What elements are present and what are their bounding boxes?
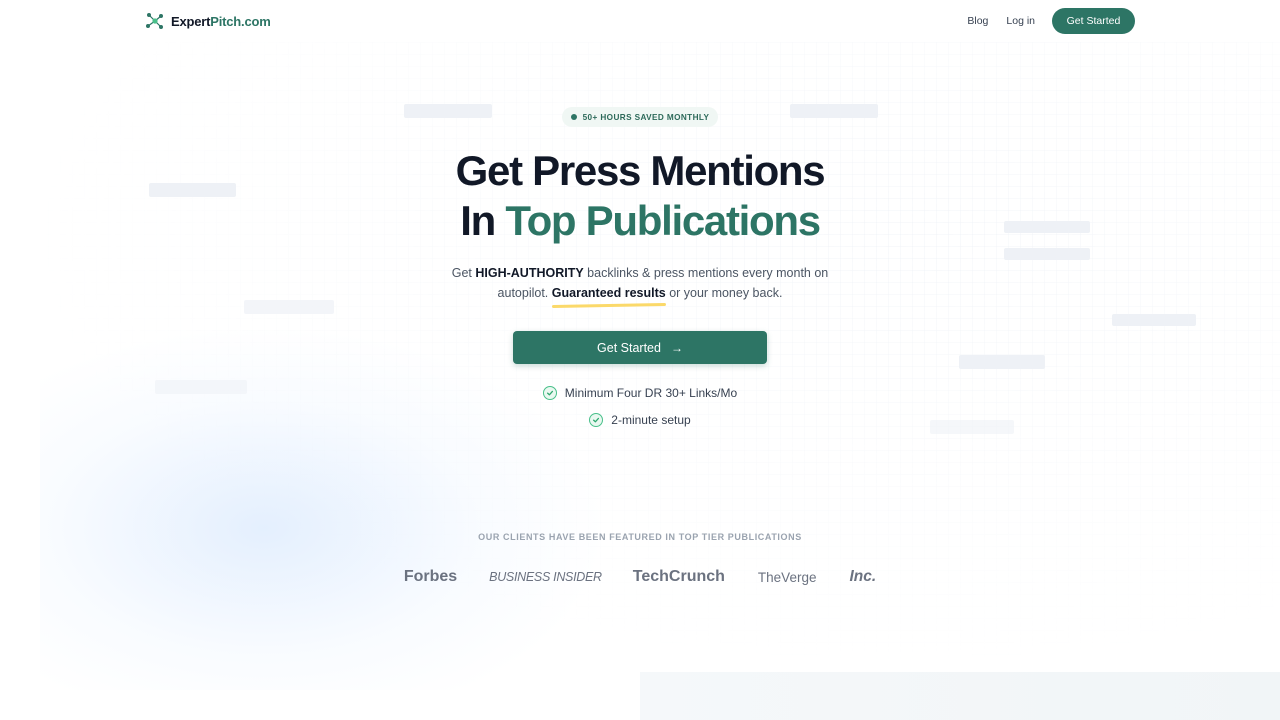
feature-item: 2-minute setup — [0, 413, 1280, 427]
hours-saved-badge: 50+ HOURS SAVED MONTHLY — [562, 107, 718, 127]
subtitle-bold: HIGH-AUTHORITY — [475, 266, 584, 280]
headline-line2-prefix: In — [460, 197, 496, 244]
badge-text: 50+ HOURS SAVED MONTHLY — [582, 112, 710, 122]
subtitle-part3: or your money back. — [669, 286, 783, 300]
feature-text: Minimum Four DR 30+ Links/Mo — [564, 386, 738, 400]
nav-get-started-button[interactable]: Get Started — [1052, 8, 1135, 34]
logo[interactable]: ExpertPitch.com — [145, 11, 271, 31]
publication-logos: Forbes BUSINESS INSIDER TechCrunch TheVe… — [0, 564, 1280, 590]
headline-line1: Get Press Mentions — [455, 147, 826, 194]
background-tile — [1112, 314, 1196, 326]
background-tile — [959, 355, 1045, 369]
network-nodes-icon — [146, 13, 163, 29]
hero-subtitle: Get HIGH-AUTHORITY backlinks & press men… — [440, 263, 840, 303]
feature-text: 2-minute setup — [611, 413, 691, 427]
background-tile — [404, 104, 492, 118]
logo-accent: Pitch.com — [210, 13, 271, 29]
nav-link-blog[interactable]: Blog — [967, 15, 988, 27]
logo-text: ExpertPitch.com — [171, 14, 271, 29]
background-tile — [790, 104, 878, 118]
subtitle-guarantee: Guaranteed results — [552, 283, 666, 303]
featured-in-label: OUR CLIENTS HAVE BEEN FEATURED IN TOP TI… — [478, 532, 802, 542]
arrow-right-icon: → — [670, 340, 683, 355]
cta-label: Get Started — [597, 340, 661, 355]
section-divider — [640, 672, 1280, 720]
nav-links: Blog Log in Get Started — [967, 8, 1135, 34]
status-dot-icon — [570, 114, 577, 120]
top-nav: ExpertPitch.com Blog Log in Get Started — [0, 0, 1280, 42]
the-verge-logo: TheVerge — [757, 569, 817, 585]
nav-link-login[interactable]: Log in — [1006, 15, 1035, 27]
inc-logo: Inc. — [849, 568, 877, 585]
check-circle-icon — [589, 413, 604, 427]
forbes-logo: Forbes — [403, 568, 458, 585]
background-tile — [1004, 248, 1090, 260]
feature-item: Minimum Four DR 30+ Links/Mo — [0, 386, 1280, 400]
check-circle-icon — [542, 386, 557, 400]
headline-line2-accent: Top Publications — [505, 197, 821, 244]
subtitle-part1: Get — [451, 266, 472, 280]
background-gradient — [40, 330, 600, 690]
background-tile — [244, 300, 334, 314]
techcrunch-logo: TechCrunch — [632, 568, 725, 585]
business-insider-logo: BUSINESS INSIDER — [489, 570, 602, 584]
page-title: Get Press Mentions In Top Publications — [0, 146, 1280, 246]
hero-get-started-button[interactable]: Get Started → — [513, 331, 767, 364]
logo-prefix: Expert — [171, 13, 211, 29]
